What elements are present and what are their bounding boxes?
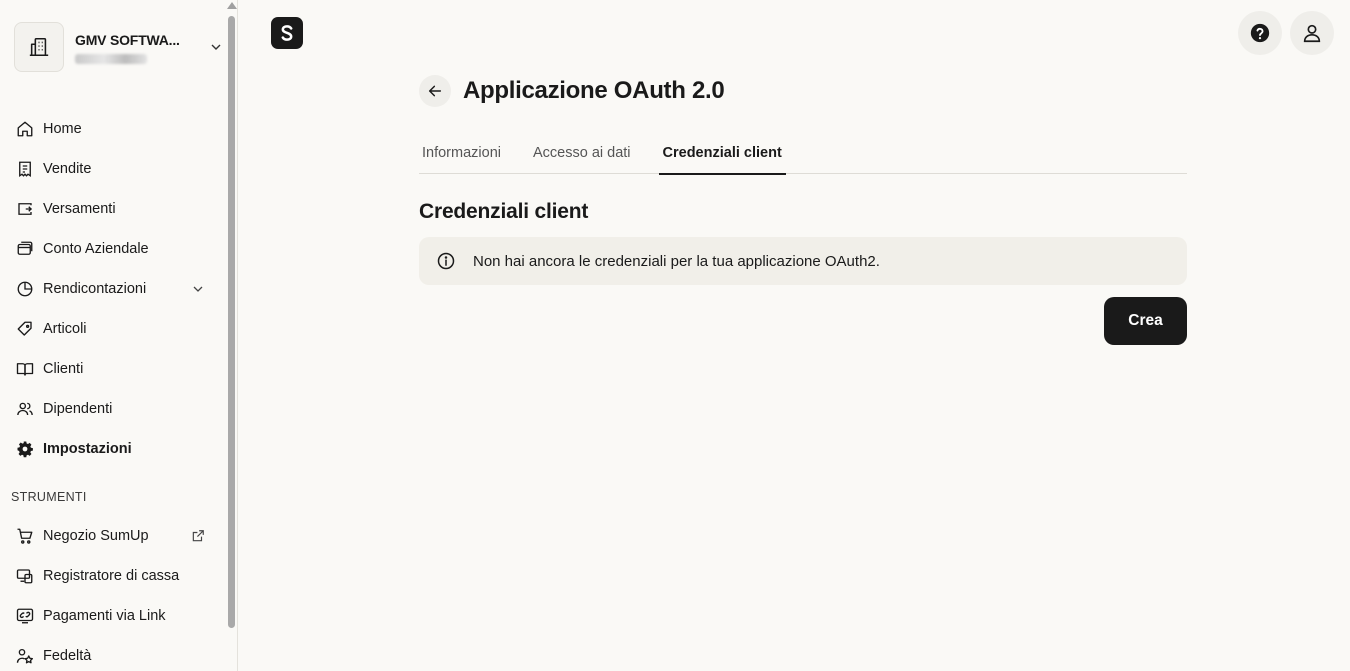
gear-icon <box>16 440 34 458</box>
sidebar-item-label: Fedeltà <box>43 648 92 664</box>
book-icon <box>16 360 34 378</box>
sidebar-item-registratore[interactable]: Registratore di cassa <box>0 556 226 596</box>
tab-bar: Informazioni Accesso ai dati Credenziali… <box>419 139 1187 175</box>
sumup-logo-icon[interactable] <box>271 17 303 49</box>
sidebar-item-label: Registratore di cassa <box>43 568 180 584</box>
pos-icon <box>16 567 34 585</box>
sidebar-item-dipendenti[interactable]: Dipendenti <box>0 389 226 429</box>
building-icon <box>14 22 64 72</box>
home-icon <box>16 120 34 138</box>
tab-accesso-ai-dati[interactable]: Accesso ai dati <box>530 139 634 174</box>
main-content: Applicazione OAuth 2.0 Informazioni Acce… <box>419 75 1187 345</box>
sidebar-item-impostazioni[interactable]: Impostazioni <box>0 429 226 469</box>
page-title: Applicazione OAuth 2.0 <box>463 77 725 104</box>
merchant-switcher[interactable]: GMV SOFTWA... <box>14 22 224 72</box>
merchant-name: GMV SOFTWA... <box>75 31 180 48</box>
sidebar-item-label: Rendicontazioni <box>43 281 147 297</box>
users-icon <box>16 400 34 418</box>
sidebar-item-pagamenti-link[interactable]: Pagamenti via Link <box>0 596 226 636</box>
profile-button[interactable] <box>1290 11 1334 55</box>
tag-icon <box>16 320 34 338</box>
sidebar-item-home[interactable]: Home <box>0 109 226 149</box>
sidebar-item-label: Clienti <box>43 361 84 377</box>
sidebar-item-versamenti[interactable]: Versamenti <box>0 189 226 229</box>
info-icon <box>437 252 455 270</box>
notice-text: Non hai ancora le credenziali per la tua… <box>473 252 880 270</box>
sidebar-item-rendicontazioni[interactable]: Rendicontazioni <box>0 269 226 309</box>
sidebar-item-label: Conto Aziendale <box>43 241 149 257</box>
arrow-left-icon <box>428 85 442 97</box>
section-label-strumenti: STRUMENTI <box>11 490 87 504</box>
sidebar-item-conto-aziendale[interactable]: Conto Aziendale <box>0 229 226 269</box>
sidebar: GMV SOFTWA... Home Vendite Versamenti Co… <box>0 0 238 671</box>
back-button[interactable] <box>419 75 451 107</box>
sidebar-item-label: Home <box>43 121 82 137</box>
link-payment-icon <box>16 607 34 625</box>
chevron-down-icon <box>208 39 224 55</box>
external-link-icon <box>190 528 206 544</box>
pie-chart-icon <box>16 280 34 298</box>
scroll-up-arrow-icon[interactable] <box>227 2 237 9</box>
sidebar-item-label: Vendite <box>43 161 92 177</box>
sidebar-item-articoli[interactable]: Articoli <box>0 309 226 349</box>
help-button[interactable] <box>1238 11 1282 55</box>
sidebar-item-fedelta[interactable]: Fedeltà <box>0 636 226 671</box>
sidebar-scrollbar[interactable] <box>226 0 237 671</box>
tab-informazioni[interactable]: Informazioni <box>419 139 504 174</box>
sidebar-item-label: Impostazioni <box>43 441 132 457</box>
receipt-icon <box>16 160 34 178</box>
tab-credenziali-client[interactable]: Credenziali client <box>658 139 787 175</box>
loyalty-icon <box>16 647 34 665</box>
sidebar-item-label: Pagamenti via Link <box>43 608 166 624</box>
sidebar-item-label: Versamenti <box>43 201 116 217</box>
sidebar-item-label: Dipendenti <box>43 401 113 417</box>
user-icon <box>1303 24 1321 43</box>
sidebar-item-label: Articoli <box>43 321 87 337</box>
page-header: Applicazione OAuth 2.0 <box>419 75 1187 107</box>
sidebar-nav: Home Vendite Versamenti Conto Aziendale … <box>0 109 226 671</box>
help-icon <box>1250 23 1270 43</box>
chevron-down-icon <box>190 281 206 297</box>
section-title: Credenziali client <box>419 200 589 223</box>
cart-icon <box>16 527 34 545</box>
scrollbar-thumb[interactable] <box>228 16 235 628</box>
card-icon <box>16 240 34 258</box>
wallet-icon <box>16 200 34 218</box>
sidebar-item-vendite[interactable]: Vendite <box>0 149 226 189</box>
sidebar-item-negozio-sumup[interactable]: Negozio SumUp <box>0 516 226 556</box>
sidebar-item-label: Negozio SumUp <box>43 528 149 544</box>
merchant-id-blurred <box>75 53 147 64</box>
info-notice: Non hai ancora le credenziali per la tua… <box>419 237 1187 285</box>
create-credentials-button[interactable]: Crea <box>1104 297 1187 345</box>
sidebar-item-clienti[interactable]: Clienti <box>0 349 226 389</box>
